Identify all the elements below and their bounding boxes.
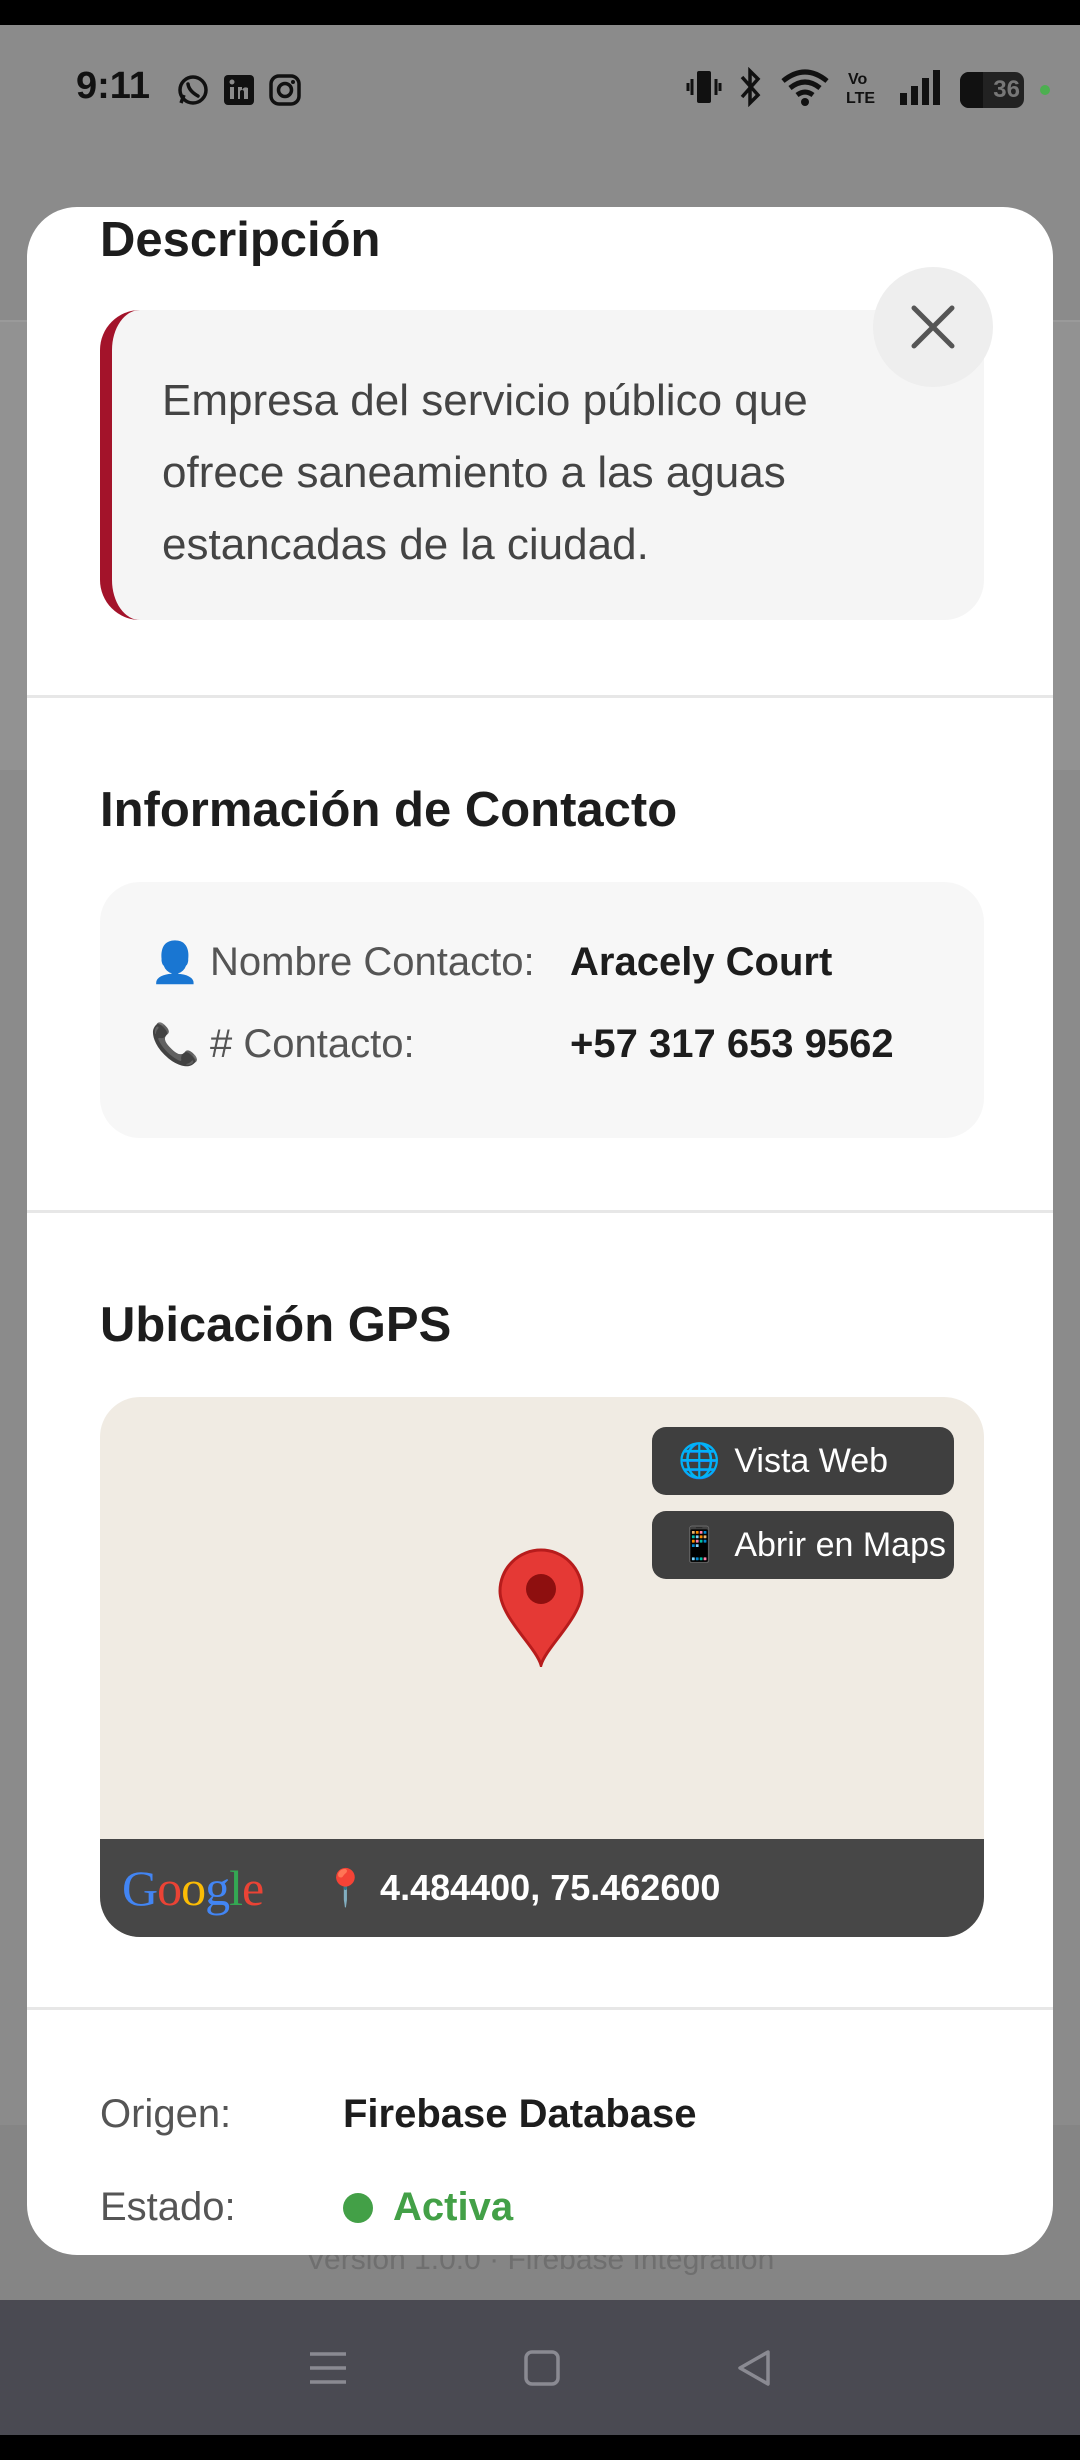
web-view-label: Vista Web (734, 1441, 889, 1480)
contact-name-label: Nombre Contacto: (210, 939, 535, 984)
origin-value: Firebase Database (343, 2092, 697, 2136)
status-row: Estado: Activa (100, 2185, 513, 2230)
bluetooth-icon (738, 66, 764, 112)
status-bar: 9:11 Vo LTE 36 (0, 25, 1080, 155)
battery-level: 36 (993, 75, 1020, 103)
description-text: Empresa del servicio público que ofrece … (162, 376, 808, 569)
svg-text:Vo: Vo (848, 71, 867, 88)
contact-title: Información de Contacto (100, 783, 678, 837)
origin-row: Origen: Firebase Database (100, 2092, 697, 2137)
status-time: 9:11 (76, 65, 150, 107)
volte-icon: Vo LTE (846, 67, 882, 112)
web-view-button[interactable]: 🌐 Vista Web (652, 1427, 954, 1495)
description-box: Empresa del servicio público que ofrece … (100, 310, 984, 620)
coordinates-value: 4.484400, 75.462600 (380, 1867, 721, 1908)
person-icon: 👤 (150, 940, 200, 985)
navigation-bar (0, 2300, 1080, 2435)
close-button[interactable] (873, 267, 993, 387)
system-icons: Vo LTE 36 (686, 66, 1050, 112)
svg-text:LTE: LTE (846, 90, 875, 107)
origin-label: Origen: (100, 2092, 232, 2136)
home-icon[interactable] (522, 2348, 562, 2388)
wifi-icon (780, 67, 830, 112)
contact-box: 👤 Nombre Contacto: Aracely Court 📞 # Con… (100, 882, 984, 1138)
privacy-indicator (1040, 84, 1050, 95)
status-dot (343, 2192, 373, 2223)
map-footer: Google 📍 4.484400, 75.462600 (100, 1839, 984, 1937)
status-value: Activa (393, 2185, 514, 2229)
pin-icon: 📍 (323, 1867, 369, 1908)
contact-name-row: 👤 Nombre Contacto: Aracely Court (150, 932, 832, 992)
contact-phone-value[interactable]: +57 317 653 9562 (570, 1022, 894, 1067)
divider (27, 2007, 1053, 2010)
instagram-icon (268, 73, 302, 112)
contact-phone-label: # Contacto: (210, 1021, 415, 1066)
coordinates: 📍 4.484400, 75.462600 (323, 1867, 720, 1909)
menu-icon[interactable] (306, 2348, 350, 2388)
map-marker-icon[interactable] (496, 1547, 586, 1667)
divider (27, 1210, 1053, 1213)
phone-icon: 📞 (150, 1022, 200, 1067)
battery-icon: 36 (960, 71, 1024, 108)
back-icon[interactable] (734, 2348, 774, 2388)
divider (27, 695, 1053, 698)
detail-modal: Descripción Empresa del servicio público… (27, 207, 1053, 2255)
close-icon (911, 305, 955, 349)
globe-icon: 🌐 (678, 1442, 721, 1480)
contact-phone-row[interactable]: 📞 # Contacto: +57 317 653 9562 (150, 1014, 894, 1074)
vibrate-icon (686, 67, 722, 112)
notification-icons (176, 73, 302, 112)
whatsapp-icon (176, 73, 210, 112)
description-title: Descripción (100, 213, 381, 267)
signal-icon (898, 67, 944, 112)
gps-title: Ubicación GPS (100, 1298, 452, 1352)
map-view[interactable]: 🌐 Vista Web 📱 Abrir en Maps Google 📍 4.4… (100, 1397, 984, 1937)
google-logo: Google (122, 1860, 264, 1916)
mobile-phone-icon: 📱 (678, 1526, 721, 1564)
linkedin-icon (222, 73, 256, 112)
open-maps-button[interactable]: 📱 Abrir en Maps (652, 1511, 954, 1579)
open-maps-label: Abrir en Maps (734, 1525, 946, 1564)
status-label: Estado: (100, 2185, 236, 2229)
contact-name-value: Aracely Court (570, 939, 833, 984)
